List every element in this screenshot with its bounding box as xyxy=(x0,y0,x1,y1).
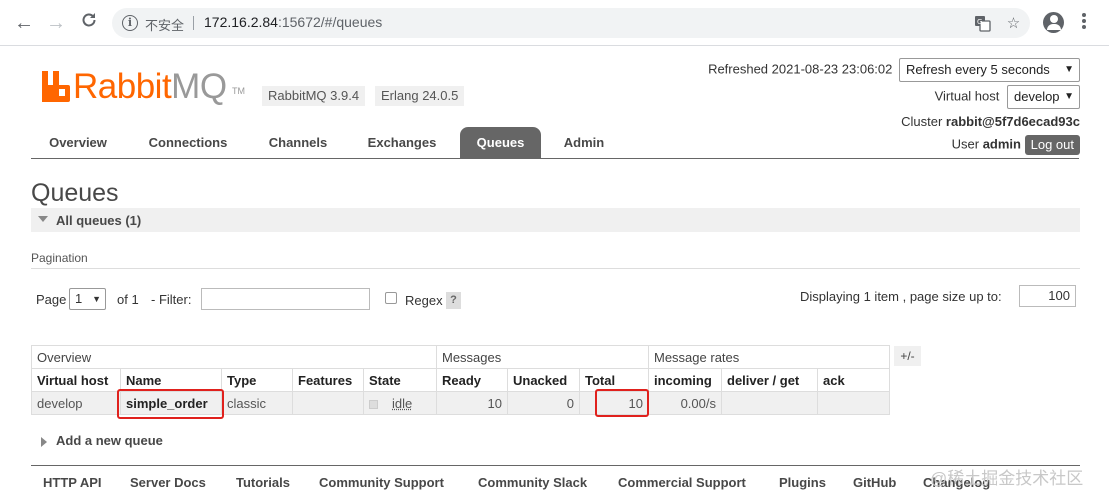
site-info-icon[interactable]: i xyxy=(122,15,138,31)
bookmark-star-icon[interactable]: ☆ xyxy=(1005,15,1022,32)
rabbit-logo-mark xyxy=(42,71,70,102)
tab-exchanges[interactable]: Exchanges xyxy=(354,127,450,159)
cell-ack xyxy=(817,391,890,415)
refresh-row: Refreshed 2021-08-23 23:06:02 Refresh ev… xyxy=(708,58,1080,82)
browser-toolbar: ← → i 不安全 172.16.2.84:15672/#/queues G ☆ xyxy=(0,0,1109,46)
displaying-text: Displaying 1 item , page size up to: xyxy=(800,289,1002,304)
col-virtual-host[interactable]: Virtual host xyxy=(31,368,121,392)
url-host: 172.16.2.84 xyxy=(204,14,278,30)
footer-link-commercial-support[interactable]: Commercial Support xyxy=(618,475,746,490)
tab-overview[interactable]: Overview xyxy=(31,127,125,159)
footer-link-server-docs[interactable]: Server Docs xyxy=(130,475,206,490)
insecure-label: 不安全 xyxy=(145,18,185,33)
cell-deliver-get xyxy=(721,391,818,415)
chevron-down-icon: ▼ xyxy=(92,294,101,304)
page-title: Queues xyxy=(31,179,119,207)
logo-mq-text: MQ xyxy=(171,67,227,106)
virtual-host-select[interactable]: develop ▼ xyxy=(1007,85,1080,109)
page-select[interactable]: 1 ▼ xyxy=(69,288,106,310)
filter-label: - Filter: xyxy=(151,292,192,307)
page-select-value: 1 xyxy=(75,291,83,306)
chevron-down-icon: ▼ xyxy=(1064,91,1074,102)
cell-type: classic xyxy=(221,391,293,415)
all-queues-label: All queues (1) xyxy=(56,213,142,228)
footer-link-github[interactable]: GitHub xyxy=(853,475,896,490)
url-text[interactable]: 172.16.2.84:15672/#/queues xyxy=(204,14,382,30)
group-message-rates: Message rates xyxy=(648,345,890,369)
col-ack[interactable]: ack xyxy=(817,368,890,392)
pagination-label: Pagination xyxy=(31,251,88,265)
add-queue-label: Add a new queue xyxy=(56,433,163,448)
footer-link-tutorials[interactable]: Tutorials xyxy=(236,475,290,490)
virtual-host-value: develop xyxy=(1014,89,1060,104)
col-type[interactable]: Type xyxy=(221,368,293,392)
url-path: :15672/#/queues xyxy=(277,14,383,30)
main-nav-tabs: Overview Connections Channels Exchanges … xyxy=(31,127,1079,159)
chevron-down-icon: ▼ xyxy=(1064,64,1074,75)
col-incoming[interactable]: incoming xyxy=(648,368,722,392)
col-deliver-get[interactable]: deliver / get xyxy=(721,368,818,392)
page-size-input[interactable]: 100 xyxy=(1019,285,1076,307)
regex-help-button[interactable]: ? xyxy=(446,292,461,309)
footer-link-community-slack[interactable]: Community Slack xyxy=(478,475,587,490)
menu-icon[interactable] xyxy=(1082,12,1088,32)
col-unacked[interactable]: Unacked xyxy=(507,368,580,392)
add-queue-toggle[interactable]: Add a new queue xyxy=(41,433,163,448)
footer-link-plugins[interactable]: Plugins xyxy=(779,475,826,490)
state-indicator-icon xyxy=(369,399,378,409)
svg-text:G: G xyxy=(977,18,982,26)
state-text: idle xyxy=(392,395,413,411)
tab-channels[interactable]: Channels xyxy=(254,127,342,159)
page-count-label: of 1 xyxy=(117,292,139,307)
logo-rabbit-text: Rabbit xyxy=(73,67,172,106)
translate-icon[interactable]: G xyxy=(974,15,991,32)
address-separator xyxy=(193,16,194,30)
page-label: Page xyxy=(36,292,67,307)
triangle-down-icon xyxy=(38,216,48,222)
column-toggle-button[interactable]: +/- xyxy=(894,346,921,366)
cell-unacked: 0 xyxy=(507,391,580,415)
refresh-interval-value: Refresh every 5 seconds xyxy=(906,62,1050,77)
cell-ready: 10 xyxy=(436,391,508,415)
triangle-right-icon xyxy=(41,436,47,447)
rabbitmq-version-badge: RabbitMQ 3.9.4 xyxy=(262,86,366,106)
col-features[interactable]: Features xyxy=(292,368,364,392)
logo-trademark: TM xyxy=(232,86,245,96)
refreshed-timestamp: Refreshed 2021-08-23 23:06:02 xyxy=(708,61,893,77)
regex-label: Regex xyxy=(405,293,443,308)
highlight-total-box xyxy=(595,389,649,417)
tab-connections[interactable]: Connections xyxy=(135,127,241,159)
virtual-host-label: Virtual host xyxy=(934,88,1000,104)
all-queues-toggle[interactable]: All queues (1) xyxy=(31,208,1080,232)
group-messages: Messages xyxy=(436,345,649,369)
watermark-text: @稀土掘金技术社区 xyxy=(930,469,1084,488)
cell-virtual-host: develop xyxy=(31,391,121,415)
footer-link-http-api[interactable]: HTTP API xyxy=(43,475,102,490)
footer-link-community-support[interactable]: Community Support xyxy=(319,475,444,490)
erlang-version-badge: Erlang 24.0.5 xyxy=(375,86,465,106)
cell-state: idle xyxy=(363,391,437,415)
col-state[interactable]: State xyxy=(363,368,437,392)
pagination-divider xyxy=(31,268,1080,269)
regex-checkbox[interactable] xyxy=(385,292,397,304)
address-bar[interactable]: i 不安全 172.16.2.84:15672/#/queues G ☆ xyxy=(112,8,1030,38)
group-overview: Overview xyxy=(31,345,437,369)
account-icon[interactable] xyxy=(1043,12,1064,33)
tab-admin[interactable]: Admin xyxy=(551,127,617,159)
forward-icon[interactable]: → xyxy=(44,11,68,35)
highlight-name-box xyxy=(117,389,224,419)
filter-input[interactable] xyxy=(201,288,370,310)
cell-incoming: 0.00/s xyxy=(648,391,722,415)
virtual-host-row: Virtual host develop ▼ xyxy=(935,85,1080,109)
col-ready[interactable]: Ready xyxy=(436,368,508,392)
cell-features xyxy=(292,391,364,415)
logo-wordmark: RabbitMQ xyxy=(73,66,227,108)
back-icon[interactable]: ← xyxy=(12,11,36,35)
table-group-header: Overview Messages Message rates xyxy=(31,345,890,369)
refresh-interval-select[interactable]: Refresh every 5 seconds ▼ xyxy=(899,58,1080,82)
reload-icon[interactable] xyxy=(77,11,101,35)
footer-divider xyxy=(31,465,1080,466)
tab-queues[interactable]: Queues xyxy=(460,127,541,159)
